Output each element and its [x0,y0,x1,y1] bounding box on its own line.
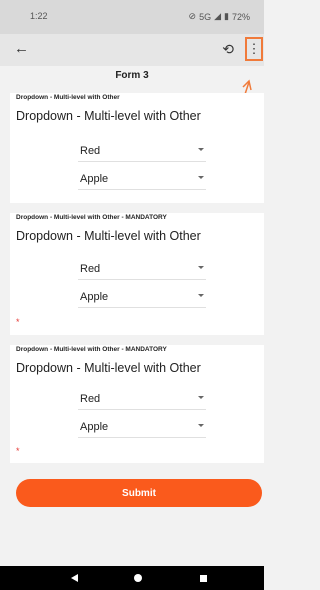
network-label: 5G [199,11,212,22]
signal-icon: ◢ [214,11,222,21]
form-title: Form 3 [115,70,149,81]
dropdown-level-1[interactable]: Red [78,260,206,280]
status-time: 1:22 [30,11,48,21]
chevron-down-icon [198,396,204,399]
battery-icon: ▮ [224,11,229,21]
nav-home-button[interactable] [126,566,150,590]
question-small-label: Dropdown - Multi-level with Other [16,94,120,101]
dropdown-value: Apple [80,421,109,433]
question-label: Dropdown - Multi-level with Other [16,109,201,123]
chevron-down-icon [198,176,204,179]
chevron-down-icon [198,148,204,151]
dropdown-level-2[interactable]: Apple [78,418,206,438]
required-mark: * [16,446,20,456]
dropdown-level-2[interactable]: Apple [78,170,206,190]
dropdown-level-1[interactable]: Red [78,390,206,410]
history-icon[interactable]: ⟲ [222,41,234,58]
back-arrow-icon[interactable]: ← [14,40,29,57]
chevron-down-icon [198,294,204,297]
dropdown-level-1[interactable]: Red [78,142,206,162]
dropdown-value: Apple [80,173,109,185]
question-label: Dropdown - Multi-level with Other [16,229,201,243]
nav-recents-button[interactable] [191,566,215,590]
form-section-1: Dropdown - Multi-level with Other Dropdo… [10,93,264,203]
home-circle-icon [134,574,142,582]
recents-square-icon [199,574,207,582]
question-small-label: Dropdown - Multi-level with Other - MAND… [16,214,167,221]
back-triangle-icon [70,574,78,582]
chevron-down-icon [198,266,204,269]
question-small-label: Dropdown - Multi-level with Other - MAND… [16,346,167,353]
chevron-down-icon [198,424,204,427]
dropdown-level-2[interactable]: Apple [78,288,206,308]
dropdown-value: Red [80,145,101,157]
required-mark: * [16,317,20,327]
dropdown-value: Red [80,393,101,405]
app-bar: ← ⟲ ⋮ [0,34,264,66]
status-bar: 1:22 ⊘ 5G ◢ ▮ 72% [0,0,264,34]
form-section-3: Dropdown - Multi-level with Other - MAND… [10,345,264,463]
system-nav-bar [0,566,264,590]
battery-percent: 72% [231,11,250,22]
wifi-off-icon: ⊘ [188,11,197,21]
more-options-button[interactable]: ⋮ [245,37,263,61]
more-vertical-icon: ⋮ [247,41,261,56]
dropdown-value: Apple [80,291,109,303]
submit-button[interactable]: Submit [16,479,262,507]
dropdown-value: Red [80,263,101,275]
nav-back-button[interactable] [62,566,86,590]
question-label: Dropdown - Multi-level with Other [16,361,201,375]
form-section-2: Dropdown - Multi-level with Other - MAND… [10,213,264,335]
status-icons: ⊘ 5G ◢ ▮ 72% [189,11,250,22]
